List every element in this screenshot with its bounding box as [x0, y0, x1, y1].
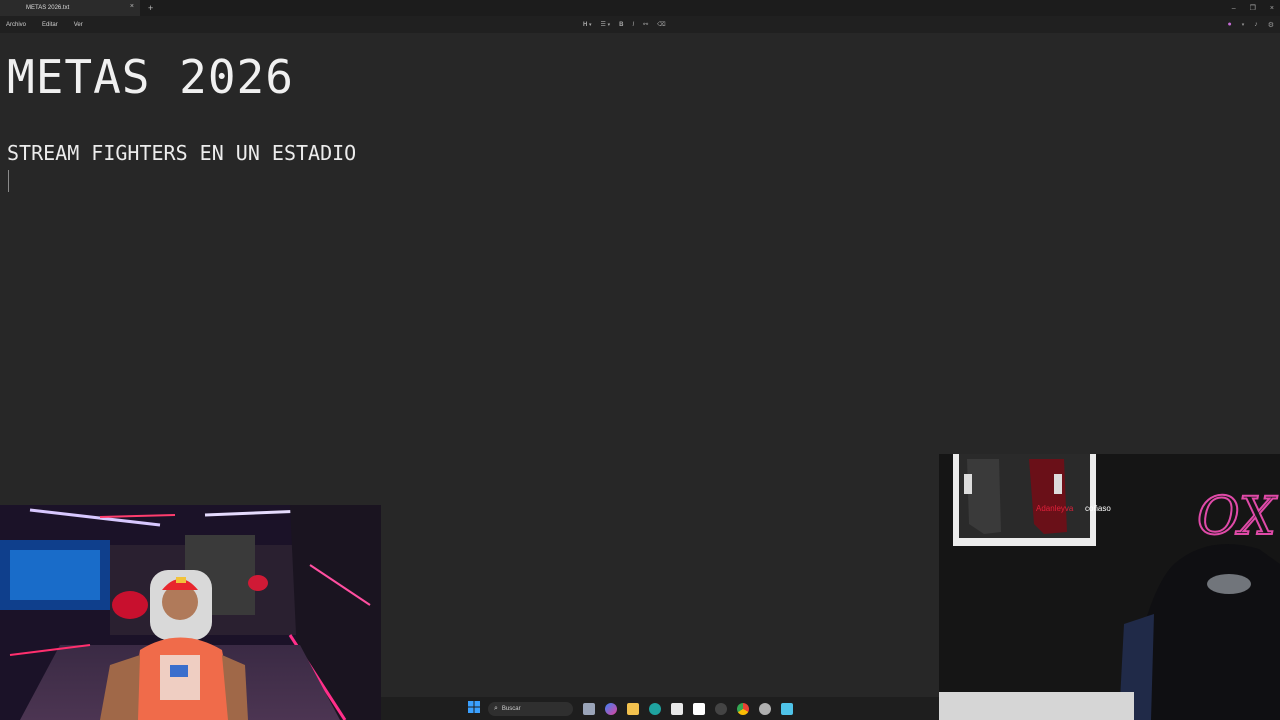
close-window-icon[interactable]: ×: [1270, 5, 1274, 12]
chevron-down-icon: ▾: [607, 22, 611, 28]
search-placeholder: Buscar: [501, 705, 521, 712]
obs-icon[interactable]: [715, 702, 727, 715]
chat-message: coñaso: [1085, 504, 1111, 513]
menu-bar: Archivo Editar Ver H ▾ ☰ ▾ B I ⚯ ⌫ ● ▾ ♪…: [0, 16, 1280, 33]
tab-title: METAS 2026.txt: [26, 5, 70, 11]
chevron-down-icon: ▾: [589, 21, 592, 28]
title-bar: METAS 2026.txt × + – ❐ ×: [0, 0, 1280, 16]
copilot-app-icon[interactable]: [605, 702, 617, 715]
settings-icon[interactable]: ⚙: [1268, 21, 1274, 29]
webcam-overlay-left: [0, 505, 381, 720]
heading-icon: H: [583, 21, 588, 28]
list-button[interactable]: ☰ ▾: [601, 21, 611, 28]
tab-metas-2026[interactable]: METAS 2026.txt ×: [0, 0, 140, 16]
link-icon[interactable]: ⚯: [643, 21, 648, 28]
window-controls: – ❐ ×: [1232, 0, 1274, 16]
windows-start-icon[interactable]: [468, 700, 480, 718]
maximize-icon[interactable]: ❐: [1250, 4, 1256, 12]
clear-format-icon[interactable]: ⌫: [657, 21, 665, 28]
settings-app-icon[interactable]: [759, 702, 771, 715]
text-cursor: [8, 170, 9, 192]
taskbar: ⌕ Buscar: [381, 697, 939, 720]
document-title: METAS 2026: [7, 50, 294, 104]
document-line: STREAM FIGHTERS EN UN ESTADIO: [7, 141, 357, 165]
close-tab-icon[interactable]: ×: [130, 3, 134, 10]
menu-ver[interactable]: Ver: [74, 22, 83, 28]
right-toolbar: ● ▾ ♪ ⚙: [1227, 16, 1274, 33]
chat-username: Adanleyva: [1036, 504, 1074, 513]
webcam-overlay-right: Adanleyva coñaso OX: [939, 454, 1280, 720]
search-icon: ⌕: [494, 704, 498, 712]
streamer-webcam-image: [0, 505, 381, 720]
menu-editar[interactable]: Editar: [42, 22, 58, 28]
new-tab-icon[interactable]: +: [148, 0, 153, 16]
heading-button[interactable]: H ▾: [583, 22, 592, 28]
copilot-icon[interactable]: ●: [1227, 21, 1231, 28]
minimize-icon[interactable]: –: [1232, 5, 1236, 12]
formatting-toolbar: H ▾ ☰ ▾ B I ⚯ ⌫: [583, 16, 666, 33]
bell-icon[interactable]: ♪: [1254, 21, 1258, 28]
list-icon: ☰: [600, 22, 606, 28]
capcut-icon[interactable]: [693, 702, 705, 715]
chrome-icon[interactable]: [737, 702, 749, 715]
neon-sign: OX: [1197, 487, 1278, 547]
bold-button[interactable]: B: [619, 22, 623, 28]
edge-icon[interactable]: [649, 702, 661, 715]
menu-archivo[interactable]: Archivo: [6, 22, 26, 28]
room-camera-image: Adanleyva coñaso OX: [939, 454, 1280, 720]
store-icon[interactable]: [671, 702, 683, 715]
italic-button[interactable]: I: [632, 22, 634, 28]
taskbar-search[interactable]: ⌕ Buscar: [488, 701, 573, 716]
file-explorer-icon[interactable]: [627, 702, 639, 715]
notepad-icon[interactable]: [781, 702, 793, 715]
task-view-icon[interactable]: [583, 702, 595, 715]
chevron-down-icon[interactable]: ▾: [1242, 22, 1245, 28]
